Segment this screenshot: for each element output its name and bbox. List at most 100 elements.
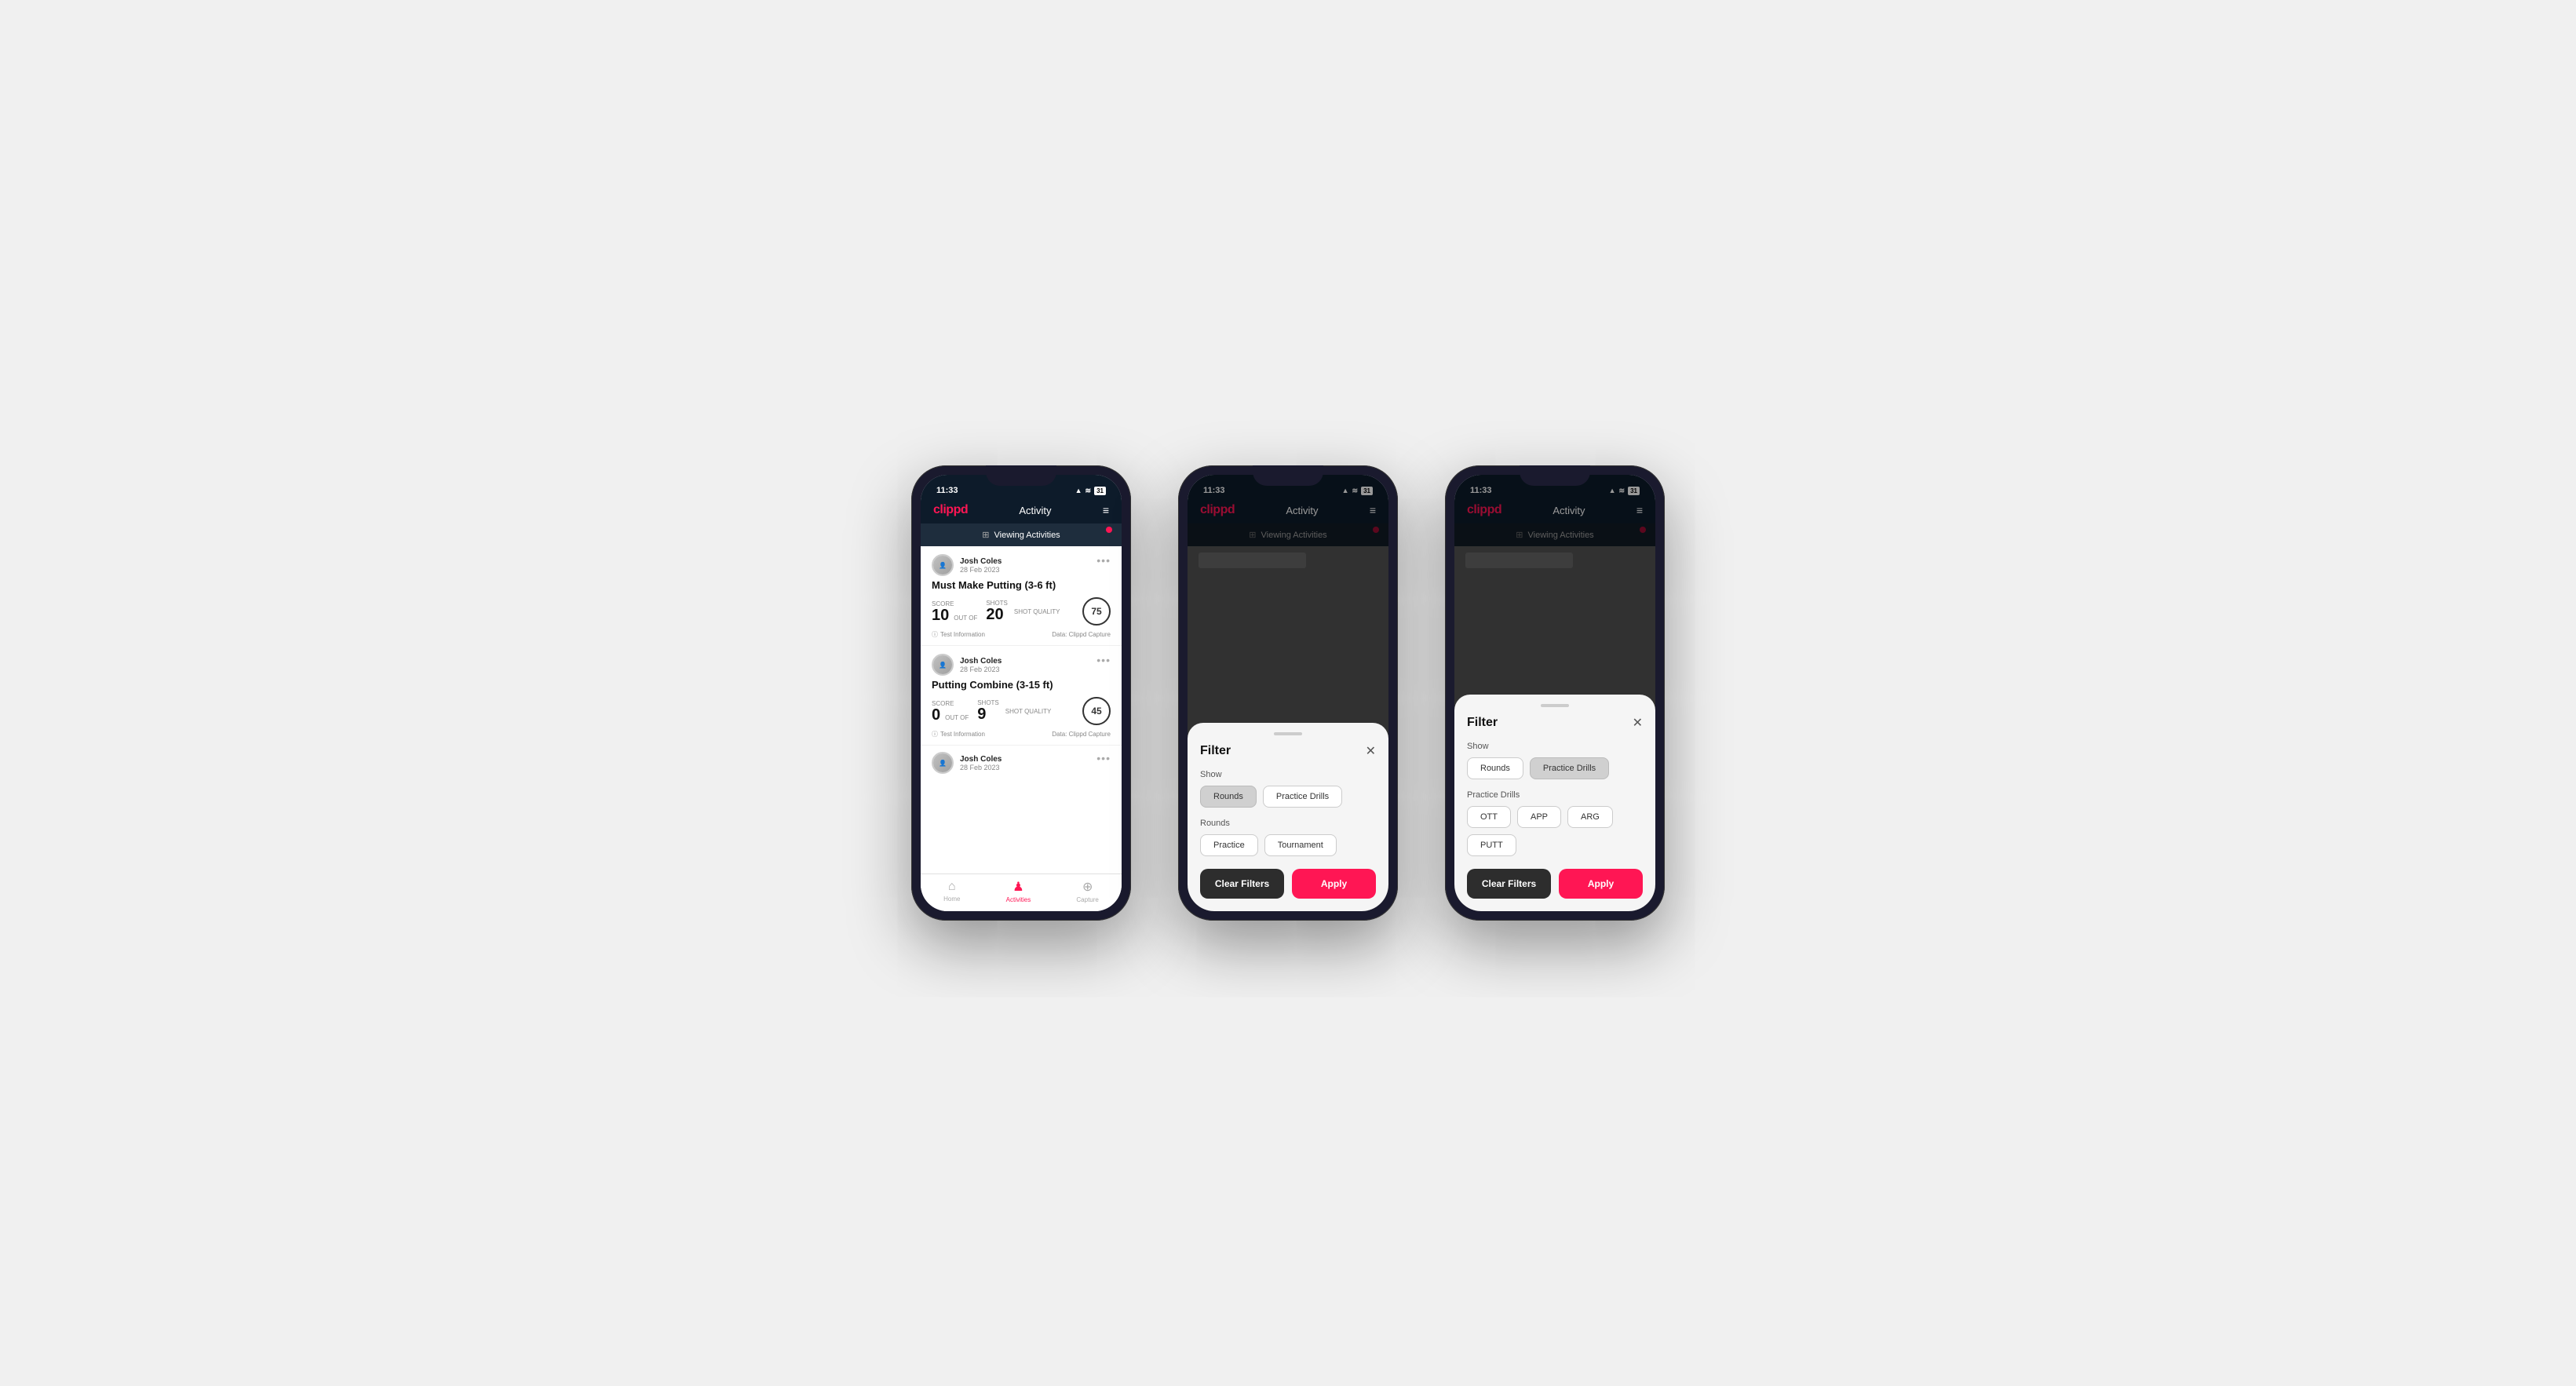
activity-title-1: Must Make Putting (3-6 ft) xyxy=(932,579,1111,591)
quality-spacer-2: Shot Quality xyxy=(1005,708,1076,715)
apply-btn-2[interactable]: Apply xyxy=(1292,869,1376,899)
score-stat-1: Score 10 OUT OF xyxy=(932,600,980,623)
user-name-1: Josh Coles xyxy=(960,557,1002,566)
rounds-label-2: Rounds xyxy=(1200,819,1376,828)
user-meta-1: Josh Coles 28 Feb 2023 xyxy=(960,557,1002,574)
phone-1: 11:33 ▲ ≋ 31 clippd Activity ≡ ⊞ Viewing… xyxy=(911,465,1131,921)
activity-card-3-partial: 👤 Josh Coles 28 Feb 2023 ••• xyxy=(921,746,1122,780)
more-btn-2[interactable]: ••• xyxy=(1096,654,1111,666)
home-icon: ⌂ xyxy=(948,880,956,894)
card-footer-1: ⓘ Test Information Data: Clippd Capture xyxy=(932,630,1111,639)
nav-capture-label: Capture xyxy=(1076,896,1098,903)
notch-3 xyxy=(1520,465,1590,486)
modal-header-3: Filter ✕ xyxy=(1467,715,1643,731)
notch xyxy=(986,465,1056,486)
quality-spacer-1: Shot Quality xyxy=(1014,608,1076,615)
score-stat-2: Score 0 OUT OF xyxy=(932,700,971,723)
phone-2: 11:33 ▲ ≋ 31 clippd Activity ≡ ⊞ Viewing… xyxy=(1178,465,1398,921)
nav-activities[interactable]: ♟ Activities xyxy=(1006,879,1031,903)
status-icons-1: ▲ ≋ 31 xyxy=(1075,487,1106,495)
nav-home[interactable]: ⌂ Home xyxy=(943,880,960,903)
user-meta-3: Josh Coles 28 Feb 2023 xyxy=(960,755,1002,771)
modal-header-2: Filter ✕ xyxy=(1200,743,1376,759)
arg-drill-btn-3[interactable]: ARG xyxy=(1567,806,1613,828)
show-section-2: Show Rounds Practice Drills xyxy=(1200,770,1376,808)
practice-drills-show-btn-3[interactable]: Practice Drills xyxy=(1530,757,1609,779)
logo-1: clippd xyxy=(933,503,968,517)
more-btn-3[interactable]: ••• xyxy=(1096,752,1111,764)
filter-icon-1: ⊞ xyxy=(982,530,989,540)
tournament-round-btn-2[interactable]: Tournament xyxy=(1264,834,1337,856)
phone-3-screen: 11:33 ▲ ≋ 31 clippd Activity ≡ ⊞ Viewing… xyxy=(1454,475,1655,911)
app-drill-btn-3[interactable]: APP xyxy=(1517,806,1561,828)
clear-filters-btn-3[interactable]: Clear Filters xyxy=(1467,869,1551,899)
footer-data-2: Data: Clippd Capture xyxy=(1052,731,1111,738)
user-name-2: Josh Coles xyxy=(960,657,1002,666)
card-footer-2: ⓘ Test Information Data: Clippd Capture xyxy=(932,730,1111,739)
rounds-show-btn-2[interactable]: Rounds xyxy=(1200,786,1257,808)
phone-3: 11:33 ▲ ≋ 31 clippd Activity ≡ ⊞ Viewing… xyxy=(1445,465,1665,921)
drills-label-3: Practice Drills xyxy=(1467,790,1643,800)
ott-drill-btn-3[interactable]: OTT xyxy=(1467,806,1511,828)
user-date-1: 28 Feb 2023 xyxy=(960,566,1002,574)
out-of-2: OUT OF xyxy=(945,714,969,723)
modal-handle-3 xyxy=(1541,704,1569,707)
footer-info-2: ⓘ Test Information xyxy=(932,730,985,739)
clear-filters-btn-2[interactable]: Clear Filters xyxy=(1200,869,1284,899)
phone-2-screen: 11:33 ▲ ≋ 31 clippd Activity ≡ ⊞ Viewing… xyxy=(1188,475,1388,911)
activity-card-2: 👤 Josh Coles 28 Feb 2023 ••• Putting Com… xyxy=(921,646,1122,746)
status-time-1: 11:33 xyxy=(936,486,958,495)
nav-capture[interactable]: ⊕ Capture xyxy=(1076,879,1098,903)
footer-info-text-2: Test Information xyxy=(940,731,985,738)
avatar-1: 👤 xyxy=(932,554,954,576)
modal-footer-2: Clear Filters Apply xyxy=(1200,869,1376,899)
quality-label-2: Shot Quality xyxy=(1005,708,1076,715)
info-icon-2: ⓘ xyxy=(932,730,938,739)
filter-modal-2: Filter ✕ Show Rounds Practice Drills Rou… xyxy=(1188,723,1388,911)
notch-2 xyxy=(1253,465,1323,486)
phone-1-screen: 11:33 ▲ ≋ 31 clippd Activity ≡ ⊞ Viewing… xyxy=(921,475,1122,911)
scroll-content-1: 👤 Josh Coles 28 Feb 2023 ••• Must Make P… xyxy=(921,546,1122,874)
viewing-bar-1[interactable]: ⊞ Viewing Activities xyxy=(921,523,1122,546)
show-section-3: Show Rounds Practice Drills xyxy=(1467,742,1643,779)
shots-value-1: 20 xyxy=(986,606,1003,623)
card-header-1: 👤 Josh Coles 28 Feb 2023 ••• xyxy=(932,554,1111,576)
modal-overlay-2: Filter ✕ Show Rounds Practice Drills Rou… xyxy=(1188,475,1388,911)
battery-icon: 31 xyxy=(1094,487,1106,495)
practice-round-btn-2[interactable]: Practice xyxy=(1200,834,1258,856)
activity-card-1: 👤 Josh Coles 28 Feb 2023 ••• Must Make P… xyxy=(921,546,1122,646)
modal-title-3: Filter xyxy=(1467,716,1498,730)
menu-icon-1[interactable]: ≡ xyxy=(1103,504,1109,516)
close-modal-btn-3[interactable]: ✕ xyxy=(1633,715,1643,731)
stats-row-1: Score 10 OUT OF Shots 20 Shot Quality xyxy=(932,597,1111,626)
filter-modal-3: Filter ✕ Show Rounds Practice Drills Pra… xyxy=(1454,695,1655,911)
practice-drills-show-btn-2[interactable]: Practice Drills xyxy=(1263,786,1342,808)
score-value-1: 10 xyxy=(932,607,949,623)
show-buttons-2: Rounds Practice Drills xyxy=(1200,786,1376,808)
modal-overlay-3: Filter ✕ Show Rounds Practice Drills Pra… xyxy=(1454,475,1655,911)
notification-dot-1 xyxy=(1106,527,1112,533)
show-label-3: Show xyxy=(1467,742,1643,751)
card-header-2: 👤 Josh Coles 28 Feb 2023 ••• xyxy=(932,654,1111,676)
avatar-2: 👤 xyxy=(932,654,954,676)
modal-title-2: Filter xyxy=(1200,744,1231,758)
footer-data-1: Data: Clippd Capture xyxy=(1052,631,1111,638)
round-buttons-2: Practice Tournament xyxy=(1200,834,1376,856)
more-btn-1[interactable]: ••• xyxy=(1096,554,1111,567)
bottom-nav-1: ⌂ Home ♟ Activities ⊕ Capture xyxy=(921,874,1122,911)
show-label-2: Show xyxy=(1200,770,1376,779)
putt-drill-btn-3[interactable]: PUTT xyxy=(1467,834,1516,856)
rounds-show-btn-3[interactable]: Rounds xyxy=(1467,757,1523,779)
user-info-3: 👤 Josh Coles 28 Feb 2023 xyxy=(932,752,1002,774)
footer-info-1: ⓘ Test Information xyxy=(932,630,985,639)
activities-icon: ♟ xyxy=(1013,879,1023,895)
apply-btn-3[interactable]: Apply xyxy=(1559,869,1643,899)
signal-icon: ▲ xyxy=(1075,487,1082,494)
quality-badge-2: 45 xyxy=(1082,697,1111,725)
modal-footer-3: Clear Filters Apply xyxy=(1467,869,1643,899)
close-modal-btn-2[interactable]: ✕ xyxy=(1366,743,1376,759)
stats-row-2: Score 0 OUT OF Shots 9 Shot Quality xyxy=(932,697,1111,725)
phones-container: 11:33 ▲ ≋ 31 clippd Activity ≡ ⊞ Viewing… xyxy=(911,465,1665,921)
user-info-1: 👤 Josh Coles 28 Feb 2023 xyxy=(932,554,1002,576)
quality-badge-1: 75 xyxy=(1082,597,1111,626)
